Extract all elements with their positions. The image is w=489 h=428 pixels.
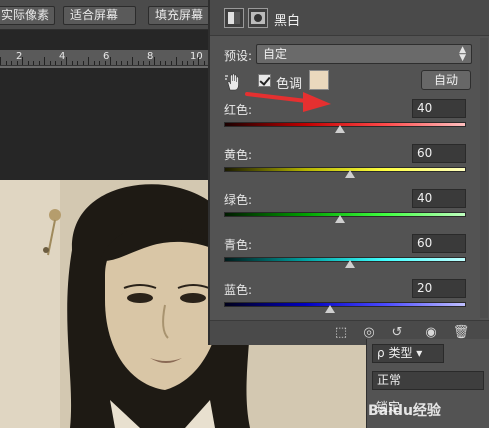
channel-value-input[interactable]: 60: [412, 234, 466, 253]
ruler-tick: [198, 57, 199, 65]
ruler-tick: [27, 61, 29, 65]
channel-slider-track[interactable]: [224, 302, 466, 307]
ruler-tick: [176, 57, 177, 65]
preset-label: 预设:: [224, 49, 253, 63]
channel-slider-thumb[interactable]: [325, 305, 336, 313]
mask-icon[interactable]: [248, 8, 268, 28]
ruler-tick: [5, 61, 7, 65]
tint-color-swatch[interactable]: [309, 70, 329, 90]
ruler-tick: [38, 61, 40, 65]
blend-mode-select[interactable]: 正常: [372, 371, 484, 390]
ruler-tick: [99, 61, 100, 65]
ruler-tick: [170, 61, 172, 65]
panel-header: 黑白: [210, 0, 489, 36]
clip-to-layer-icon[interactable]: ⬚: [332, 325, 350, 341]
chevron-updown-icon: ▲ ▼: [459, 45, 466, 63]
ruler-tick: [181, 61, 183, 65]
ruler-tick: [192, 61, 194, 65]
targeted-adjustment-hand-icon[interactable]: [224, 72, 244, 92]
ruler-tick: [126, 61, 128, 65]
baidu-watermark: Baidu经验: [368, 403, 441, 419]
preset-value: 自定: [263, 47, 288, 61]
ruler-tick: [110, 57, 111, 65]
layer-kind-filter[interactable]: ρ 类型 ▾: [372, 344, 444, 363]
ruler-tick: [49, 61, 51, 65]
ruler-tick: [159, 61, 161, 65]
ruler-tick: [11, 61, 12, 65]
options-bar: 实际像素 适合屏幕 填充屏幕: [0, 0, 211, 30]
fit-screen-button[interactable]: 适合屏幕: [63, 6, 136, 25]
blend-mode-value: 正常: [377, 373, 402, 387]
channel-value-input[interactable]: 20: [412, 279, 466, 298]
ruler-tick: [148, 61, 150, 65]
ruler-tick: [132, 57, 133, 65]
ruler-tick: [143, 61, 144, 65]
ruler-tick: [137, 61, 139, 65]
ruler-tick: [71, 61, 73, 65]
layer-icon-glyph: [228, 12, 240, 24]
ruler-tick: [44, 57, 45, 65]
channel-slider-thumb[interactable]: [344, 170, 355, 178]
fill-screen-button[interactable]: 填充屏幕: [148, 6, 210, 25]
tint-checkbox[interactable]: [258, 74, 271, 87]
auto-button[interactable]: 自动: [421, 70, 471, 90]
channel-slider-thumb[interactable]: [335, 215, 346, 223]
ruler-tick: [22, 57, 23, 65]
ruler-tick: [66, 57, 67, 65]
ruler-tick: [60, 61, 62, 65]
ruler-tick: [203, 61, 205, 65]
ruler-tick: [104, 61, 106, 65]
ruler-tick: [0, 57, 1, 65]
ruler-tick: [165, 61, 166, 65]
channel-label: 绿色:: [224, 193, 253, 207]
adjustment-layer-icon[interactable]: [224, 8, 244, 28]
search-icon: ρ: [377, 346, 389, 360]
ruler-tick: [82, 61, 84, 65]
ruler-tick: [121, 61, 122, 65]
ruler-tick: [88, 57, 89, 65]
mask-icon-glyph: [251, 12, 265, 24]
ruler-tick: [33, 61, 34, 65]
horizontal-ruler: 2 4 6 8 10: [0, 50, 211, 66]
channel-slider-thumb[interactable]: [335, 125, 346, 133]
channel-value-input[interactable]: 60: [412, 144, 466, 163]
channel-label: 黄色:: [224, 148, 253, 162]
channel-label: 青色:: [224, 238, 253, 252]
ruler-tick: [77, 61, 78, 65]
panel-title: 黑白: [274, 14, 301, 29]
channel-slider-thumb[interactable]: [344, 260, 355, 268]
channel-value-input[interactable]: 40: [412, 99, 466, 118]
properties-panel: 黑白 预设: 自定 ▲ ▼ 色调 自动 红色: 40 黄色: 60 绿色: 40 青色: 60 蓝…: [208, 0, 489, 345]
ruler-tick: [115, 61, 117, 65]
channel-label: 蓝色:: [224, 283, 253, 297]
actual-pixels-button[interactable]: 实际像素: [0, 6, 55, 25]
ruler-divider: [0, 66, 211, 68]
kind-label: 类型: [388, 346, 413, 360]
red-annotation-arrow: [245, 92, 331, 112]
preset-select[interactable]: 自定 ▲ ▼: [256, 44, 472, 64]
ruler-tick: [154, 57, 155, 65]
ruler-tick: [93, 61, 95, 65]
ruler-tick: [187, 61, 188, 65]
ruler-tick: [16, 61, 18, 65]
ruler-tick: [55, 61, 56, 65]
panel-scrollbar[interactable]: [480, 38, 488, 318]
channel-value-input[interactable]: 40: [412, 189, 466, 208]
